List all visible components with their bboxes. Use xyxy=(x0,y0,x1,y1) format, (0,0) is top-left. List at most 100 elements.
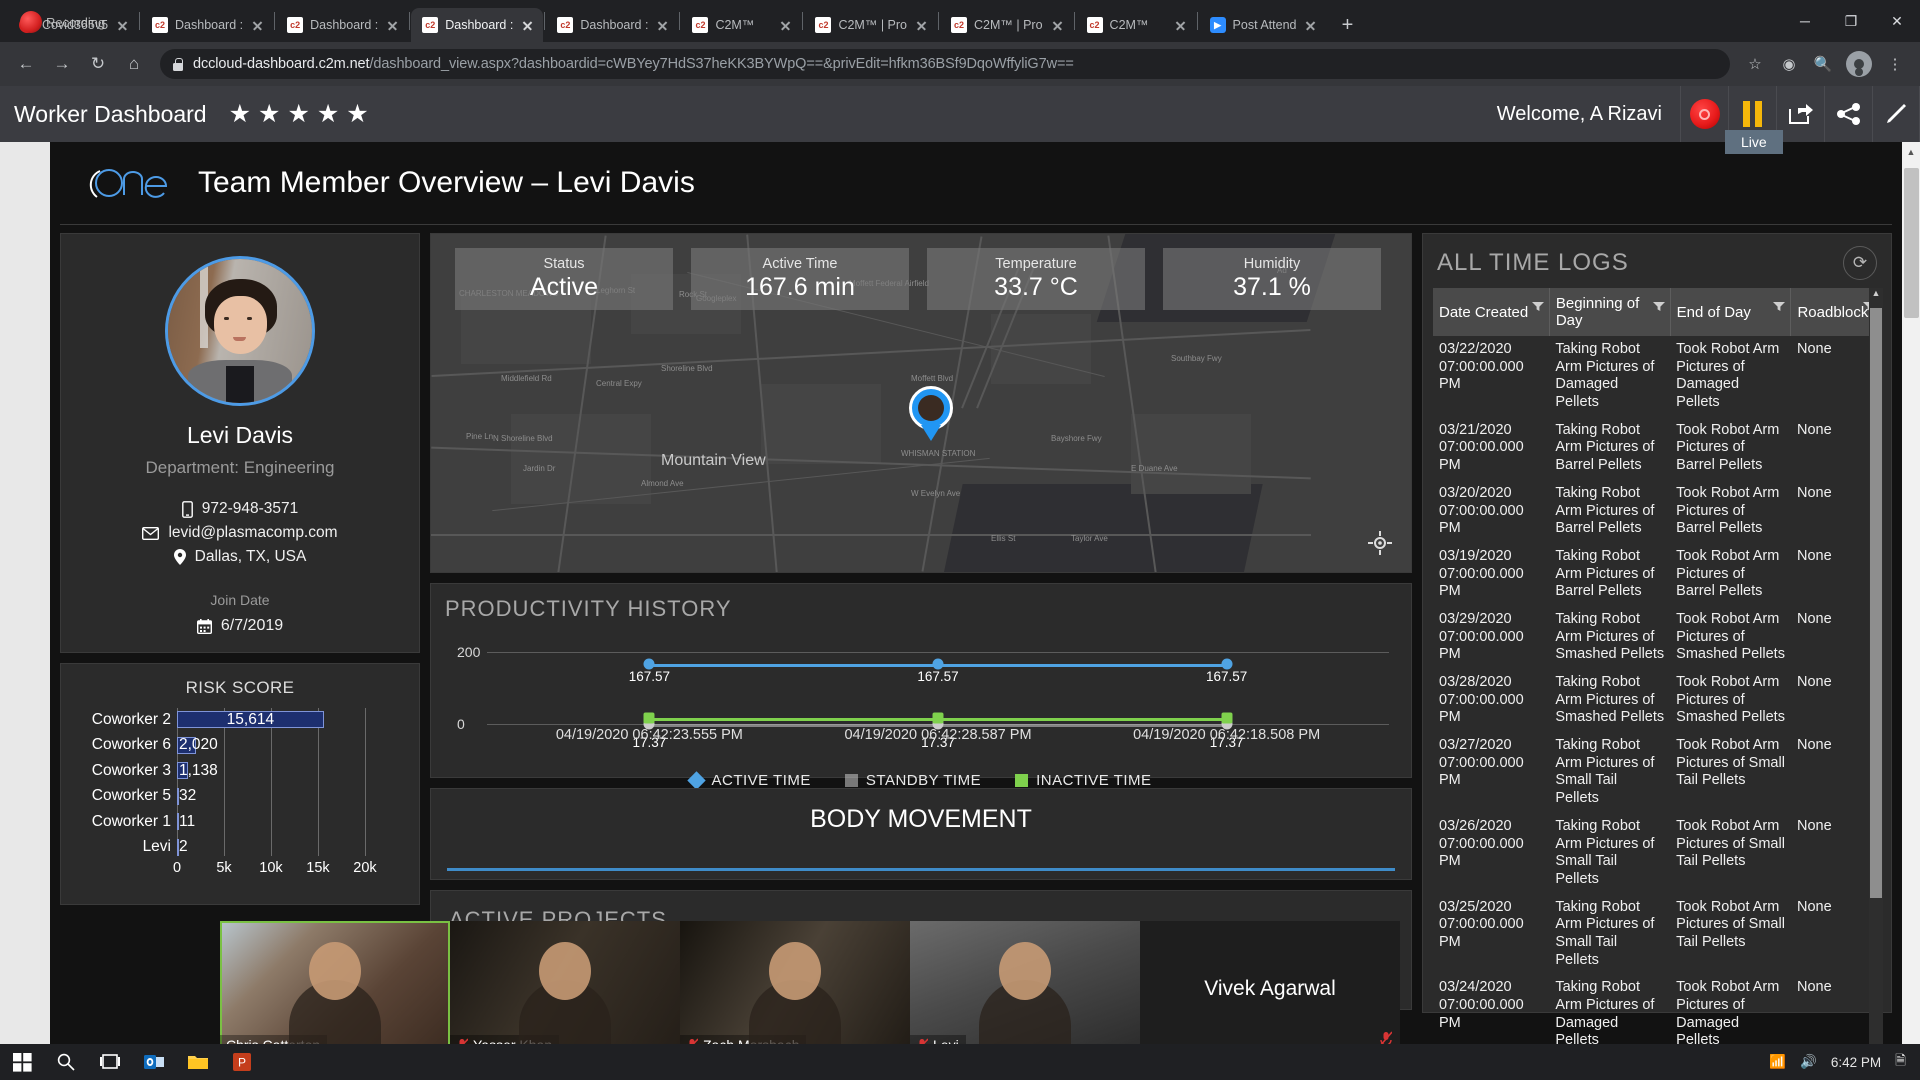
logs-scrollbar[interactable]: ▲ ▼ xyxy=(1869,288,1883,1080)
browser-tab[interactable]: c2Dashboard : xyxy=(546,8,678,42)
task-view-icon[interactable] xyxy=(88,1044,132,1080)
table-row[interactable]: 03/27/2020 07:00:00.000 PMTaking Robot A… xyxy=(1433,732,1881,813)
reload-button[interactable]: ↻ xyxy=(82,48,114,80)
video-tile[interactable]: Chris Catterton xyxy=(220,921,450,1056)
new-tab-button[interactable]: + xyxy=(1332,10,1362,40)
browser-tab[interactable]: ▶Post Attend xyxy=(1199,8,1327,42)
table-row[interactable]: 03/29/2020 07:00:00.000 PMTaking Robot A… xyxy=(1433,606,1881,669)
close-tab-icon[interactable] xyxy=(914,18,929,33)
risk-bar-row[interactable]: Coworker 62,020 xyxy=(177,734,365,757)
browser-tab[interactable]: c2C2M™ xyxy=(1076,8,1196,42)
data-point[interactable] xyxy=(1221,712,1232,723)
star-icon[interactable]: ★ xyxy=(229,102,251,127)
star-icon[interactable]: ★ xyxy=(346,102,368,127)
video-tile[interactable]: Vivek Agarwal xyxy=(1140,921,1400,1056)
browser-tab[interactable]: c2Dashboard : xyxy=(276,8,408,42)
close-tab-icon[interactable] xyxy=(778,18,793,33)
pause-button[interactable]: Live xyxy=(1728,86,1776,142)
search-icon[interactable] xyxy=(44,1044,88,1080)
map-marker[interactable] xyxy=(909,386,953,442)
star-icon[interactable]: ★ xyxy=(258,102,280,127)
page-scrollbar[interactable]: ▲ ▼ xyxy=(1902,142,1920,1080)
close-tab-icon[interactable] xyxy=(655,18,670,33)
data-point[interactable] xyxy=(644,712,655,723)
recenter-icon[interactable] xyxy=(1367,530,1393,556)
video-tile[interactable]: Yasser Khan xyxy=(450,921,680,1056)
data-point[interactable] xyxy=(933,658,944,669)
search-extension-icon[interactable]: 🔍 xyxy=(1808,49,1838,79)
home-button[interactable]: ⌂ xyxy=(118,48,150,80)
risk-bar-row[interactable]: Coworker 31,138 xyxy=(177,759,365,782)
legend-item[interactable]: INACTIVE TIME xyxy=(1015,772,1151,789)
back-button[interactable]: ← xyxy=(10,48,42,80)
table-row[interactable]: 03/26/2020 07:00:00.000 PMTaking Robot A… xyxy=(1433,813,1881,894)
browser-tab[interactable]: c2C2M™ xyxy=(681,8,801,42)
risk-bar-row[interactable]: Levi2 xyxy=(177,836,365,859)
browser-tab[interactable]: c2C2M™ | Pro xyxy=(940,8,1073,42)
close-tab-icon[interactable] xyxy=(250,18,265,33)
close-tab-icon[interactable] xyxy=(520,18,535,33)
notifications-icon[interactable]: 🗎 xyxy=(1895,1051,1906,1074)
table-row[interactable]: 03/19/2020 07:00:00.000 PMTaking Robot A… xyxy=(1433,543,1881,606)
browser-tab[interactable]: c2Dashboard : xyxy=(411,8,543,42)
network-icon[interactable]: 📶 xyxy=(1769,1054,1786,1070)
legend-item[interactable]: STANDBY TIME xyxy=(845,772,981,789)
record-button[interactable] xyxy=(1680,86,1728,142)
column-header[interactable]: End of Day xyxy=(1670,288,1791,336)
video-tile[interactable]: Zach Morsbach xyxy=(680,921,910,1056)
table-row[interactable]: 03/21/2020 07:00:00.000 PMTaking Robot A… xyxy=(1433,417,1881,480)
outlook-icon[interactable] xyxy=(132,1044,176,1080)
share-button[interactable] xyxy=(1824,86,1872,142)
refresh-icon[interactable]: ⟳ xyxy=(1843,246,1877,280)
edit-button[interactable] xyxy=(1872,86,1920,142)
risk-bar-row[interactable]: Coworker 111 xyxy=(177,810,365,833)
close-tab-icon[interactable] xyxy=(1303,18,1318,33)
star-icon[interactable]: ★ xyxy=(287,102,309,127)
table-row[interactable]: 03/24/2020 07:00:00.000 PMTaking Robot A… xyxy=(1433,974,1881,1055)
powerpoint-icon[interactable]: P xyxy=(220,1044,264,1080)
table-row[interactable]: 03/22/2020 07:00:00.000 PMTaking Robot A… xyxy=(1433,336,1881,417)
filter-icon[interactable] xyxy=(1773,298,1785,307)
explorer-icon[interactable] xyxy=(176,1044,220,1080)
volume-icon[interactable]: 🔊 xyxy=(1800,1054,1817,1070)
maximize-button[interactable]: ❐ xyxy=(1828,0,1874,42)
export-button[interactable] xyxy=(1776,86,1824,142)
table-row[interactable]: 03/28/2020 07:00:00.000 PMTaking Robot A… xyxy=(1433,669,1881,732)
browser-tab[interactable]: c2C2M™ | Pro xyxy=(804,8,937,42)
legend-item[interactable]: ACTIVE TIME xyxy=(690,772,810,789)
scroll-thumb[interactable] xyxy=(1870,308,1882,898)
menu-icon[interactable]: ⋮ xyxy=(1880,49,1910,79)
risk-bar-row[interactable]: Coworker 532 xyxy=(177,785,365,808)
scroll-up-icon[interactable]: ▲ xyxy=(1869,288,1883,306)
filter-icon[interactable] xyxy=(1532,298,1544,307)
forward-button[interactable]: → xyxy=(46,48,78,80)
minimize-button[interactable]: ─ xyxy=(1782,0,1828,42)
data-point[interactable] xyxy=(1221,658,1232,669)
risk-bar-row[interactable]: Coworker 215,614 xyxy=(177,708,365,731)
filter-icon[interactable] xyxy=(1653,298,1665,307)
data-point[interactable] xyxy=(933,712,944,723)
page-scroll-up-icon[interactable]: ▲ xyxy=(1902,142,1920,162)
rating-stars[interactable]: ★★★★★ xyxy=(229,102,369,127)
start-icon[interactable] xyxy=(0,1044,44,1080)
close-window-button[interactable]: ✕ xyxy=(1874,0,1920,42)
column-header[interactable]: Date Created xyxy=(1433,288,1549,336)
map-card[interactable]: CHARLESTON MEADOWSGoogleplexLeghorn StMo… xyxy=(430,233,1412,573)
close-tab-icon[interactable] xyxy=(1173,18,1188,33)
clock-time[interactable]: 6:42 PM xyxy=(1831,1055,1881,1070)
bookmark-star-icon[interactable]: ☆ xyxy=(1740,49,1770,79)
table-row[interactable]: 03/20/2020 07:00:00.000 PMTaking Robot A… xyxy=(1433,480,1881,543)
profile-avatar[interactable] xyxy=(1846,51,1872,77)
close-tab-icon[interactable] xyxy=(385,18,400,33)
productivity-legend[interactable]: ACTIVE TIME STANDBY TIME INACTIVE TIME xyxy=(445,772,1397,789)
close-tab-icon[interactable] xyxy=(1050,18,1065,33)
data-point[interactable] xyxy=(644,658,655,669)
video-tile[interactable]: Levi xyxy=(910,921,1140,1056)
url-input[interactable]: dccloud-dashboard.c2m.net/dashboard_view… xyxy=(160,49,1730,79)
table-row[interactable]: 03/25/2020 07:00:00.000 PMTaking Robot A… xyxy=(1433,894,1881,975)
column-header[interactable]: Beginning of Day xyxy=(1549,288,1670,336)
browser-tab[interactable]: c2Dashboard : xyxy=(141,8,273,42)
column-header[interactable]: Roadblocks xyxy=(1791,288,1881,336)
page-scroll-thumb[interactable] xyxy=(1904,168,1919,318)
extension-icon[interactable]: ◉ xyxy=(1774,49,1804,79)
